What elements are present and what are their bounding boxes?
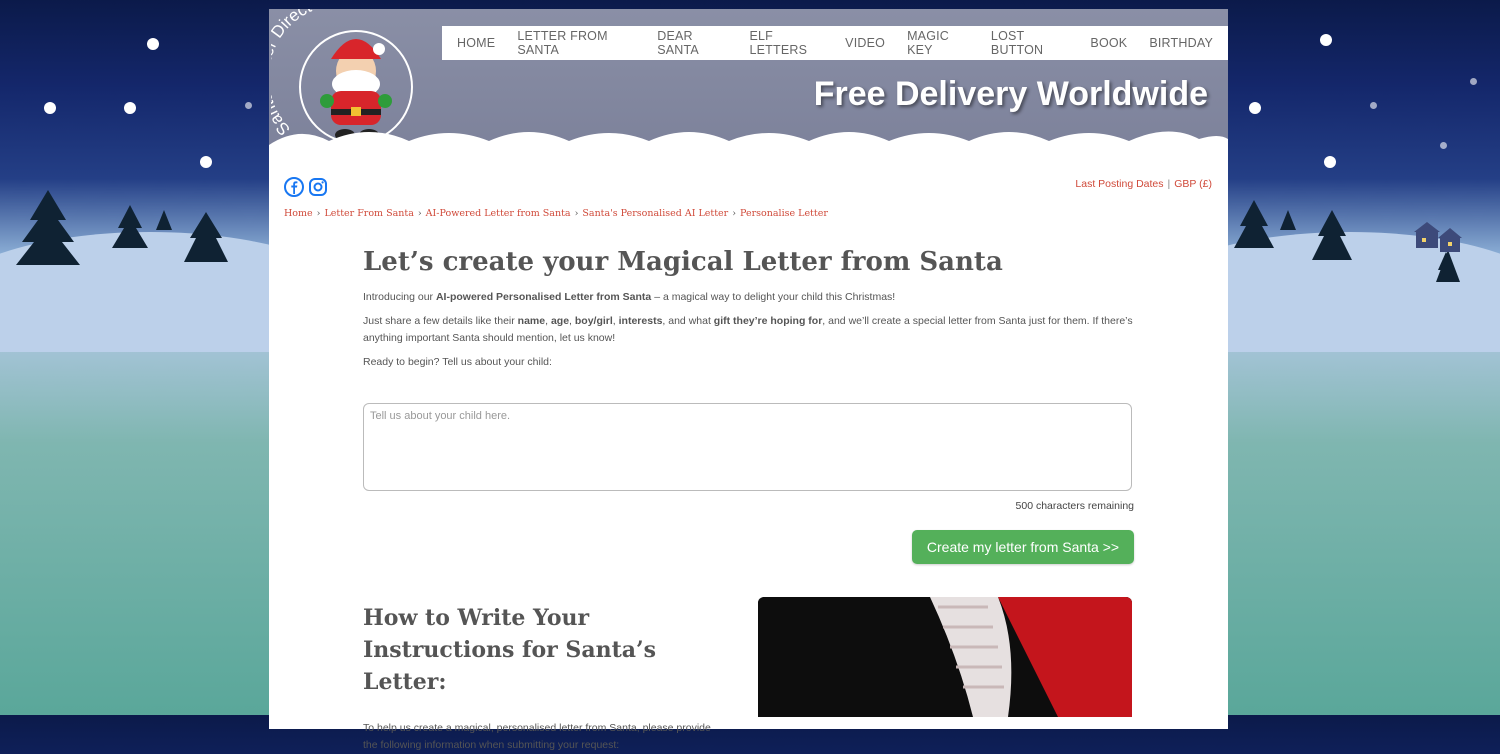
details-bold-name: name: [517, 315, 546, 327]
details-paragraph: Just share a few details like their name…: [363, 313, 1134, 347]
nav-item-book[interactable]: BOOK: [1079, 36, 1138, 50]
snowflake: [147, 38, 159, 50]
snowflake: [1470, 78, 1477, 85]
santa-video[interactable]: [758, 597, 1132, 717]
snowflake: [200, 156, 212, 168]
social-links: [284, 177, 328, 197]
nav-item-birthday[interactable]: BIRTHDAY: [1138, 36, 1224, 50]
characters-remaining: 500 characters remaining: [1015, 500, 1134, 512]
intro-paragraph: Introducing our AI-powered Personalised …: [363, 289, 1134, 306]
breadcrumb-personalise-letter[interactable]: Personalise Letter: [740, 208, 828, 219]
nav-item-home[interactable]: HOME: [446, 36, 506, 50]
last-posting-dates-link[interactable]: Last Posting Dates: [1075, 178, 1163, 190]
chevron-right-icon: ›: [417, 208, 422, 219]
snowflake: [1440, 142, 1447, 149]
snowflake: [1324, 156, 1336, 168]
breadcrumb-home[interactable]: Home: [284, 208, 313, 219]
breadcrumb-ai-powered-letter[interactable]: AI-Powered Letter from Santa: [426, 208, 571, 219]
main-nav: HOME LETTER FROM SANTA DEAR SANTA ELF LE…: [442, 26, 1228, 60]
currency-selector[interactable]: GBP (£): [1174, 178, 1212, 190]
page-container: Santa Letter Direct HOME LETTER FROM SAN…: [269, 9, 1228, 751]
breadcrumb-personalised-ai-letter[interactable]: Santa's Personalised AI Letter: [582, 208, 728, 219]
chevron-right-icon: ›: [316, 208, 321, 219]
how-to-section: How to Write Your Instructions for Santa…: [363, 602, 723, 754]
details-text: , and what: [662, 315, 714, 327]
snowflake: [245, 102, 252, 109]
how-to-text: To help us create a magical, personalise…: [363, 722, 711, 751]
create-letter-button[interactable]: Create my letter from Santa >>: [912, 530, 1134, 564]
details-text: Just share a few details like their: [363, 315, 518, 327]
breadcrumb: Home › Letter From Santa › AI-Powered Letter…: [284, 208, 828, 219]
snowflake: [44, 102, 56, 114]
nav-item-lost-button[interactable]: LOST BUTTON: [980, 29, 1079, 57]
free-delivery-tagline: Free Delivery Worldwide: [813, 75, 1208, 113]
nav-item-video[interactable]: VIDEO: [834, 36, 896, 50]
details-bold-interests: interests: [618, 315, 663, 327]
textarea-placeholder: Tell us about your child here.: [370, 410, 511, 422]
ready-prompt: Ready to begin? Tell us about your child…: [363, 356, 552, 368]
cloud-border: [269, 131, 1228, 159]
details-bold-age: age: [550, 315, 570, 327]
snowflake: [1320, 34, 1332, 46]
nav-item-dear-santa[interactable]: DEAR SANTA: [646, 29, 738, 57]
snowflake: [1370, 102, 1377, 109]
utility-links: Last Posting Dates | GBP (£): [1075, 178, 1212, 190]
santa-video-frame: [758, 597, 1132, 717]
chevron-right-icon: ›: [574, 208, 579, 219]
details-bold-gender: boy/girl: [574, 315, 613, 327]
nav-item-magic-key[interactable]: MAGIC KEY: [896, 29, 980, 57]
chevron-right-icon: ›: [732, 208, 737, 219]
nav-item-letter-from-santa[interactable]: LETTER FROM SANTA: [506, 29, 646, 57]
intro-bold: AI-powered Personalised Letter from Sant…: [435, 291, 652, 303]
facebook-icon[interactable]: [284, 177, 304, 197]
pine-trees-left: [16, 190, 228, 265]
nav-item-elf-letters[interactable]: ELF LETTERS: [738, 29, 834, 57]
instagram-icon[interactable]: [308, 177, 328, 197]
main-content: Let’s create your Magical Letter from Sa…: [363, 247, 1134, 751]
pine-trees-right: [1234, 200, 1462, 282]
intro-text: Introducing our: [363, 291, 436, 303]
snowflake: [1249, 102, 1261, 114]
page-title: Let’s create your Magical Letter from Sa…: [363, 247, 1003, 277]
header: Santa Letter Direct HOME LETTER FROM SAN…: [269, 9, 1228, 159]
utility-separator: |: [1167, 178, 1171, 190]
snowflake: [124, 102, 136, 114]
breadcrumb-letter-from-santa[interactable]: Letter From Santa: [324, 208, 413, 219]
intro-text-end: – a magical way to delight your child th…: [651, 291, 896, 303]
how-to-title: How to Write Your Instructions for Santa…: [363, 605, 657, 695]
details-bold-gift: gift they’re hoping for: [713, 315, 823, 327]
child-details-textarea[interactable]: Tell us about your child here.: [363, 403, 1132, 491]
